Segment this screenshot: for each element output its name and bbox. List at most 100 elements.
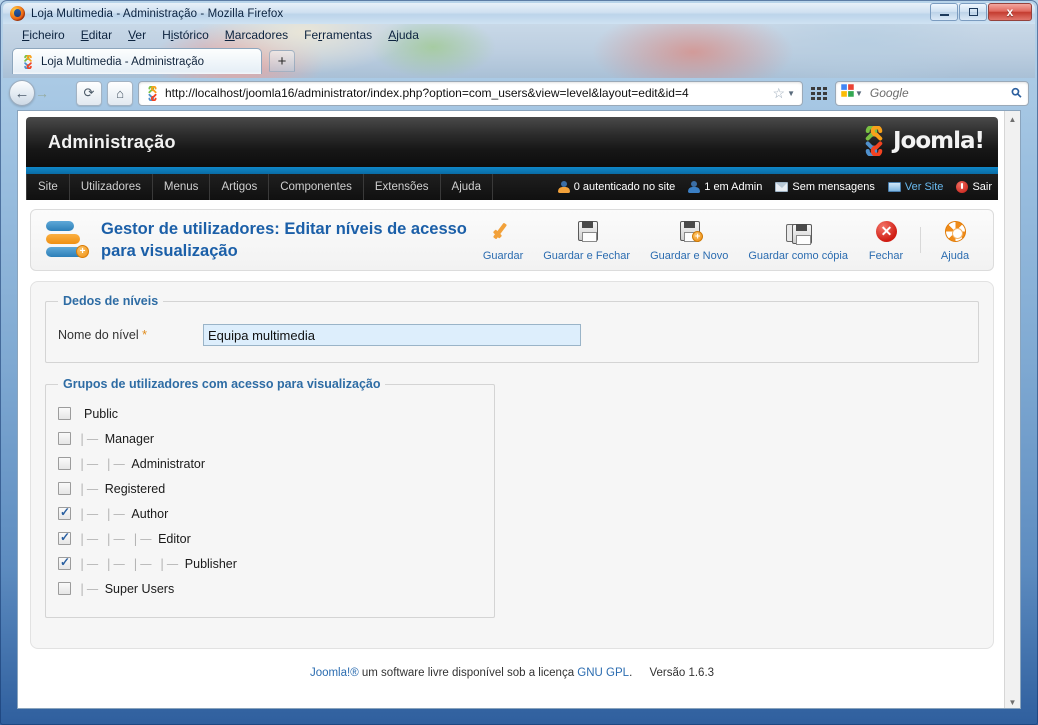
close-label: Fechar — [868, 250, 904, 262]
group-label-registered: Registered — [104, 481, 166, 496]
save-and-new-button[interactable]: + Guardar e Novo — [640, 218, 738, 262]
checkbox-administrator[interactable] — [58, 457, 71, 470]
home-button[interactable]: ⌂ — [107, 80, 133, 106]
group-label-public: Public — [84, 406, 119, 421]
tree-indent: |— — [80, 481, 101, 496]
joomla-menu-artigos[interactable]: Artigos — [210, 174, 270, 200]
joomla-brand-link[interactable]: Joomla!® — [310, 667, 359, 679]
menu-item-ferramentas[interactable]: Ferramentas — [297, 26, 379, 44]
save-label: Guardar — [482, 250, 524, 262]
tree-indent: |— |— — [80, 506, 128, 521]
joomla-wordmark: Joomla! — [892, 128, 985, 154]
firefox-logo-icon — [10, 6, 25, 21]
save-and-close-button[interactable]: Guardar e Fechar — [533, 218, 640, 262]
status-logged-admin-label: 1 em Admin — [704, 181, 763, 193]
url-text: http://localhost/joomla16/administrator/… — [165, 86, 689, 100]
scroll-down-button[interactable]: ▼ — [1005, 694, 1021, 708]
tab-title: Loja Multimedia - Administração — [41, 55, 204, 68]
save-button[interactable]: Guardar — [473, 218, 533, 262]
joomla-logo: Joomla! — [859, 126, 985, 156]
checkbox-super-users[interactable] — [58, 582, 71, 595]
level-name-input[interactable]: Equipa multimedia — [203, 324, 581, 346]
page-scrollbar[interactable]: ▲ ▼ — [1004, 111, 1021, 708]
status-logout[interactable]: Sair — [956, 181, 992, 193]
joomla-favicon-icon — [21, 54, 35, 69]
back-arrow-icon: ← — [14, 84, 30, 102]
checkbox-publisher[interactable] — [58, 555, 71, 570]
joomla-menu-componentes[interactable]: Componentes — [269, 174, 364, 200]
check-icon — [488, 218, 518, 246]
status-messages-label: Sem mensagens — [792, 181, 875, 193]
browser-tab[interactable]: Loja Multimedia - Administração — [12, 48, 262, 74]
joomla-menu-menus[interactable]: Menus — [153, 174, 211, 200]
tree-indent: |— — [80, 581, 101, 596]
menu-item-ver[interactable]: Ver — [121, 26, 153, 44]
window-title: Loja Multimedia - Administração - Mozill… — [31, 7, 284, 20]
close-button[interactable]: x — [988, 3, 1032, 21]
close-toolbar-button[interactable]: ✕ Fechar — [858, 218, 914, 262]
user-levels-icon: + — [43, 219, 89, 261]
joomla-header: Administração Joomla! — [26, 117, 998, 167]
checkbox-editor[interactable] — [58, 530, 71, 545]
plus-badge-icon: + — [76, 245, 89, 258]
checkbox-author[interactable] — [58, 505, 71, 520]
reload-button[interactable]: ⟳ — [76, 80, 102, 106]
minimize-button[interactable] — [930, 3, 958, 21]
footer-period: . — [629, 667, 633, 679]
checkbox-registered[interactable] — [58, 482, 71, 495]
required-marker: * — [142, 328, 147, 342]
lifering-icon — [940, 218, 970, 246]
group-row-manager: |— Manager — [58, 426, 482, 451]
menu-item-historico[interactable]: Histórico — [155, 26, 216, 44]
tree-indent: |— |— — [80, 456, 128, 471]
forward-button[interactable]: → — [32, 83, 52, 103]
status-view-site[interactable]: Ver Site — [887, 181, 943, 193]
scroll-up-button[interactable]: ▲ — [1005, 111, 1021, 127]
chevron-down-icon[interactable]: ▼ — [787, 89, 795, 98]
status-logged-site[interactable]: 0 autenticado no site — [557, 181, 675, 193]
save-as-copy-button[interactable]: Guardar como cópia — [738, 218, 858, 262]
menu-item-ajuda[interactable]: Ajuda — [381, 26, 426, 44]
title-bar: Loja Multimedia - Administração - Mozill… — [3, 3, 1035, 24]
header-accent-line — [26, 167, 998, 174]
joomla-menu-site[interactable]: Site — [26, 174, 70, 200]
joomla-status-area: 0 autenticado no site 1 em Admin Sem men… — [557, 174, 998, 200]
checkbox-public[interactable] — [58, 407, 71, 420]
screen-icon — [887, 182, 901, 192]
tab-strip: Loja Multimedia - Administração + — [3, 46, 1035, 76]
apps-grid-button[interactable] — [808, 82, 830, 104]
new-tab-button[interactable]: + — [269, 50, 295, 72]
menu-item-ficheiro[interactable]: Ficheiro — [15, 26, 72, 44]
tree-indent: |— |— |— — [80, 531, 155, 546]
address-bar[interactable]: http://localhost/joomla16/administrator/… — [138, 80, 803, 106]
search-engine-chevron-icon[interactable]: ▼ — [855, 89, 863, 98]
help-button[interactable]: Ajuda — [927, 218, 983, 262]
back-forward-control: ← → — [9, 80, 71, 106]
gnu-gpl-link[interactable]: GNU GPL — [577, 667, 629, 679]
close-icon: x — [1006, 5, 1014, 19]
maximize-button[interactable] — [959, 3, 987, 21]
status-logged-admin[interactable]: 1 em Admin — [688, 181, 762, 193]
search-bar[interactable]: ▼ Google ⚲ — [835, 80, 1029, 106]
joomla-menu-extensoes[interactable]: Extensões — [364, 174, 441, 200]
menu-item-editar[interactable]: Editar — [74, 26, 119, 44]
admin-header-title: Administração — [48, 131, 176, 152]
group-label-manager: Manager — [104, 431, 155, 446]
menu-item-marcadores[interactable]: Marcadores — [218, 26, 295, 44]
level-name-row: Nome do nível * Equipa multimedia — [58, 324, 966, 346]
user-groups-legend: Grupos de utilizadores com acesso para v… — [63, 377, 381, 391]
user-icon — [557, 181, 570, 193]
status-messages[interactable]: Sem mensagens — [775, 181, 875, 193]
floppy-plus-icon: + — [674, 218, 704, 246]
save-and-close-label: Guardar e Fechar — [543, 250, 631, 262]
checkbox-manager[interactable] — [58, 432, 71, 445]
joomla-menu-ajuda[interactable]: Ajuda — [441, 174, 493, 200]
group-row-publisher: |— |— |— |— Publisher — [58, 551, 482, 576]
form-panel: Dedos de níveis Nome do nível * Equipa m… — [30, 281, 994, 649]
search-input[interactable]: Google — [866, 86, 1013, 100]
bookmark-star-icon[interactable]: ☆ — [773, 85, 786, 102]
group-row-registered: |— Registered — [58, 476, 482, 501]
level-details-legend: Dedos de níveis — [63, 294, 159, 308]
page-footer: Joomla!® um software livre disponível so… — [18, 667, 1006, 687]
joomla-menu-utilizadores[interactable]: Utilizadores — [70, 174, 153, 200]
